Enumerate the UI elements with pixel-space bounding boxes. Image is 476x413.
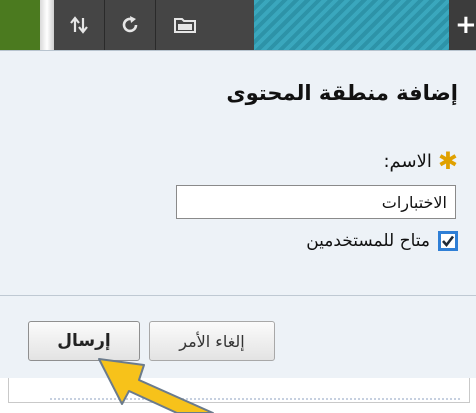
- available-label: متاح للمستخدمين: [306, 231, 430, 251]
- add-button[interactable]: +: [449, 0, 476, 50]
- top-toolbar: +: [0, 0, 476, 50]
- panel-title: إضافة منطقة المحتوى: [226, 81, 458, 105]
- toolbar-divider: [40, 0, 54, 50]
- refresh-icon: [119, 14, 141, 36]
- sort-icon: [68, 14, 90, 36]
- add-content-area-panel: إضافة منطقة المحتوى ✱ الاسم: متاح للمستخ…: [0, 50, 476, 379]
- required-icon: ✱: [437, 147, 458, 175]
- dotted-divider: [50, 398, 460, 400]
- available-row: متاح للمستخدمين: [306, 231, 458, 251]
- add-icon: +: [455, 10, 476, 40]
- folder-icon: [173, 15, 197, 35]
- panel-divider: [0, 295, 476, 296]
- refresh-button[interactable]: [105, 0, 156, 50]
- toolbar-highlight: [254, 0, 449, 50]
- content-area-below: [0, 378, 476, 413]
- folder-button[interactable]: [156, 0, 255, 50]
- sort-button[interactable]: [54, 0, 105, 50]
- name-field-row: ✱ الاسم:: [383, 149, 458, 173]
- checkmark-icon: [442, 235, 455, 248]
- name-input[interactable]: [176, 185, 456, 219]
- available-checkbox[interactable]: [438, 231, 458, 251]
- submit-button[interactable]: إرسال: [28, 321, 140, 361]
- green-tab: [0, 0, 40, 50]
- cancel-button[interactable]: إلغاء الأمر: [149, 321, 275, 361]
- name-label: الاسم:: [383, 150, 432, 172]
